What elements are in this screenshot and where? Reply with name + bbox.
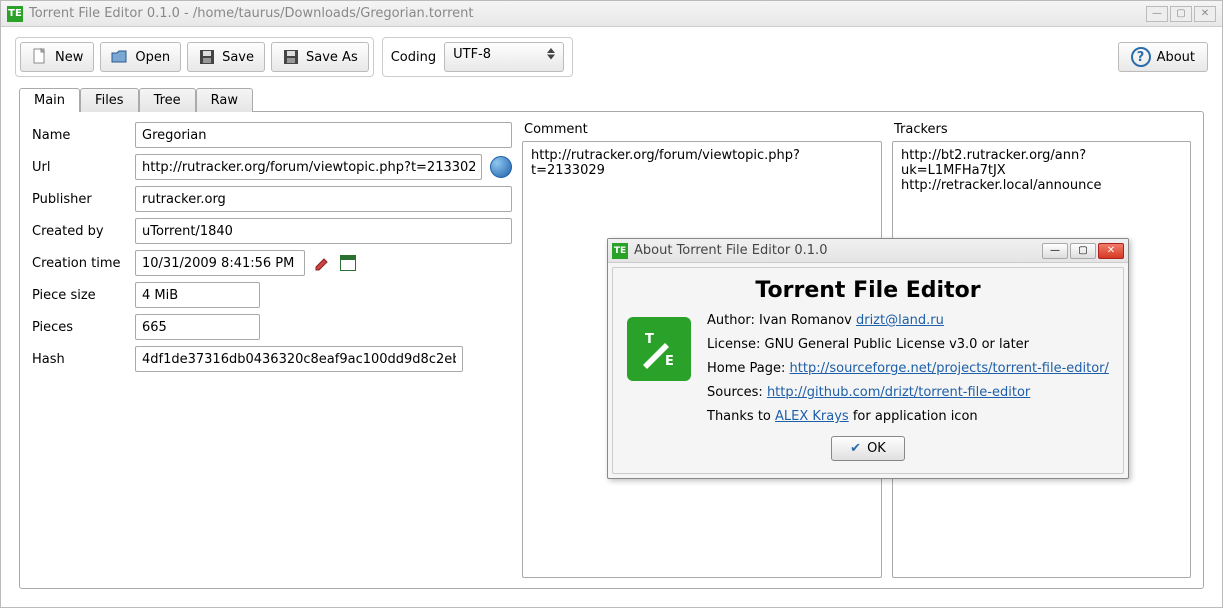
save-label: Save (222, 50, 254, 65)
pieces-label: Pieces (32, 320, 127, 335)
dialog-titlebar: TE About Torrent File Editor 0.1.0 — ▢ ✕ (608, 239, 1128, 263)
name-label: Name (32, 128, 127, 143)
dialog-window-controls: — ▢ ✕ (1042, 243, 1124, 259)
tab-main[interactable]: Main (19, 88, 80, 112)
about-thanks-line: Thanks to ALEX Krays for application ico… (707, 409, 1109, 424)
new-button[interactable]: New (20, 42, 94, 72)
creation-field[interactable] (135, 250, 305, 276)
dialog-app-icon: TE (612, 243, 628, 259)
createdby-field[interactable] (135, 218, 512, 244)
hash-label: Hash (32, 352, 127, 367)
piecesize-label: Piece size (32, 288, 127, 303)
tab-raw[interactable]: Raw (196, 88, 253, 112)
save-icon (198, 48, 216, 66)
toolbar: New Open Save Save As Co (1, 27, 1222, 85)
save-button[interactable]: Save (187, 42, 265, 72)
minimize-button[interactable]: — (1146, 6, 1168, 22)
svg-text:E: E (665, 354, 674, 369)
publisher-field[interactable] (135, 186, 512, 212)
about-label: About (1157, 50, 1195, 65)
app-logo-icon: TE (627, 317, 691, 381)
window-controls: — ▢ ✕ (1146, 6, 1216, 22)
url-label: Url (32, 160, 127, 175)
tab-files[interactable]: Files (80, 88, 139, 112)
new-label: New (55, 50, 83, 65)
dialog-maximize-button[interactable]: ▢ (1070, 243, 1096, 259)
tabs: Main Files Tree Raw (1, 87, 1222, 111)
dialog-body: Torrent File Editor TE Author: Ivan Roma… (612, 267, 1124, 474)
file-actions-group: New Open Save Save As (15, 37, 374, 77)
dialog-title: About Torrent File Editor 0.1.0 (634, 243, 1042, 258)
globe-icon[interactable] (490, 156, 512, 178)
saveas-label: Save As (306, 50, 358, 65)
about-license: License: GNU General Public License v3.0… (707, 337, 1109, 352)
coding-select[interactable]: UTF-8 (444, 42, 564, 72)
help-icon: ? (1131, 47, 1151, 67)
open-label: Open (135, 50, 170, 65)
publisher-label: Publisher (32, 192, 127, 207)
coding-value: UTF-8 (453, 47, 491, 62)
dialog-close-button[interactable]: ✕ (1098, 243, 1124, 259)
about-homepage-line: Home Page: http://sourceforge.net/projec… (707, 361, 1109, 376)
window-title: Torrent File Editor 0.1.0 - /home/taurus… (29, 6, 1146, 21)
check-icon: ✔ (850, 441, 861, 456)
coding-label: Coding (391, 50, 436, 65)
titlebar: TE Torrent File Editor 0.1.0 - /home/tau… (1, 1, 1222, 27)
open-folder-icon (111, 48, 129, 66)
hash-field[interactable] (135, 346, 463, 372)
createdby-label: Created by (32, 224, 127, 239)
maximize-button[interactable]: ▢ (1170, 6, 1192, 22)
calendar-icon[interactable] (339, 254, 357, 272)
app-icon: TE (7, 6, 23, 22)
saveas-icon (282, 48, 300, 66)
about-dialog: TE About Torrent File Editor 0.1.0 — ▢ ✕… (607, 238, 1129, 479)
url-field[interactable] (135, 154, 482, 180)
saveas-button[interactable]: Save As (271, 42, 369, 72)
clear-date-icon[interactable] (313, 254, 331, 272)
ok-label: OK (867, 441, 886, 456)
about-heading: Torrent File Editor (627, 278, 1109, 303)
thanks-link[interactable]: ALEX Krays (775, 409, 849, 424)
main-form: Name Url Publisher Created by Creation t… (32, 122, 512, 578)
about-author-line: Author: Ivan Romanov drizt@land.ru (707, 313, 1109, 328)
about-button[interactable]: ? About (1118, 42, 1208, 72)
pieces-field[interactable] (135, 314, 260, 340)
about-info: Author: Ivan Romanov drizt@land.ru Licen… (707, 313, 1109, 424)
ok-button[interactable]: ✔ OK (831, 436, 905, 461)
coding-group: Coding UTF-8 (382, 37, 573, 77)
tab-tree[interactable]: Tree (139, 88, 196, 112)
creation-label: Creation time (32, 256, 127, 271)
name-field[interactable] (135, 122, 512, 148)
author-email-link[interactable]: drizt@land.ru (856, 313, 944, 328)
comment-label: Comment (522, 122, 882, 137)
new-file-icon (31, 48, 49, 66)
svg-text:T: T (645, 332, 654, 347)
open-button[interactable]: Open (100, 42, 181, 72)
about-sources-line: Sources: http://github.com/drizt/torrent… (707, 385, 1109, 400)
dialog-minimize-button[interactable]: — (1042, 243, 1068, 259)
piecesize-field[interactable] (135, 282, 260, 308)
trackers-label: Trackers (892, 122, 1191, 137)
close-button[interactable]: ✕ (1194, 6, 1216, 22)
sources-link[interactable]: http://github.com/drizt/torrent-file-edi… (767, 385, 1030, 400)
homepage-link[interactable]: http://sourceforge.net/projects/torrent-… (790, 361, 1109, 376)
